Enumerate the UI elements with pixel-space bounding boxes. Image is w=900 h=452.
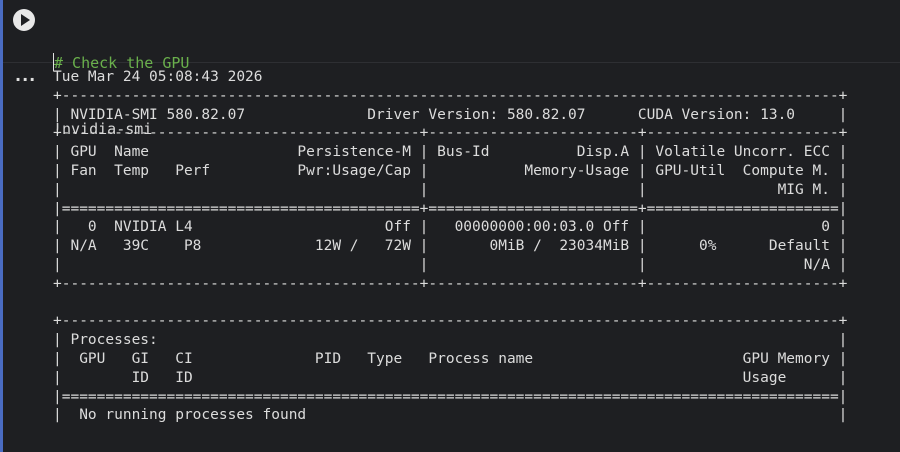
output-line: | Fan Temp Perf Pwr:Usage/Cap | Memory-U… — [53, 162, 848, 179]
output-line: Tue Mar 24 05:08:43 2026 — [53, 69, 263, 85]
output-actions-more-icon[interactable]: ··· — [15, 70, 36, 89]
notebook-cell: # Check the GPU !nvidia-smi ··· Tue Mar … — [0, 0, 900, 452]
output-line: | | | MIG M. | — [53, 181, 848, 198]
output-line: +---------------------------------------… — [53, 313, 848, 330]
run-cell-button[interactable] — [13, 9, 35, 31]
output-line: | GPU GI CI PID Type Process name GPU Me… — [53, 350, 848, 367]
output-line: | Processes: | — [53, 332, 848, 349]
output-line: | N/A 39C P8 12W / 72W | 0MiB / 23034MiB… — [53, 238, 848, 255]
output-line: |=======================================… — [53, 388, 848, 405]
output-line: | 0 NVIDIA L4 Off | 00000000:00:03.0 Off… — [53, 219, 848, 236]
output-line: | GPU Name Persistence-M | Bus-Id Disp.A… — [53, 144, 848, 161]
play-icon — [21, 14, 30, 26]
code-editor[interactable]: # Check the GPU !nvidia-smi — [3, 0, 900, 138]
output-line: +---------------------------------------… — [53, 275, 848, 292]
cell-output: Tue Mar 24 05:08:43 2026 +---------------… — [53, 68, 847, 425]
output-line: |=======================================… — [53, 200, 848, 217]
output-line: +---------------------------------------… — [53, 125, 848, 142]
output-line: | No running processes found | — [53, 407, 848, 424]
output-line: | ID ID Usage | — [53, 369, 848, 386]
output-line: | | | N/A | — [53, 256, 848, 273]
output-line: | NVIDIA-SMI 580.82.07 Driver Version: 5… — [53, 106, 848, 123]
output-line: +---------------------------------------… — [53, 87, 848, 104]
